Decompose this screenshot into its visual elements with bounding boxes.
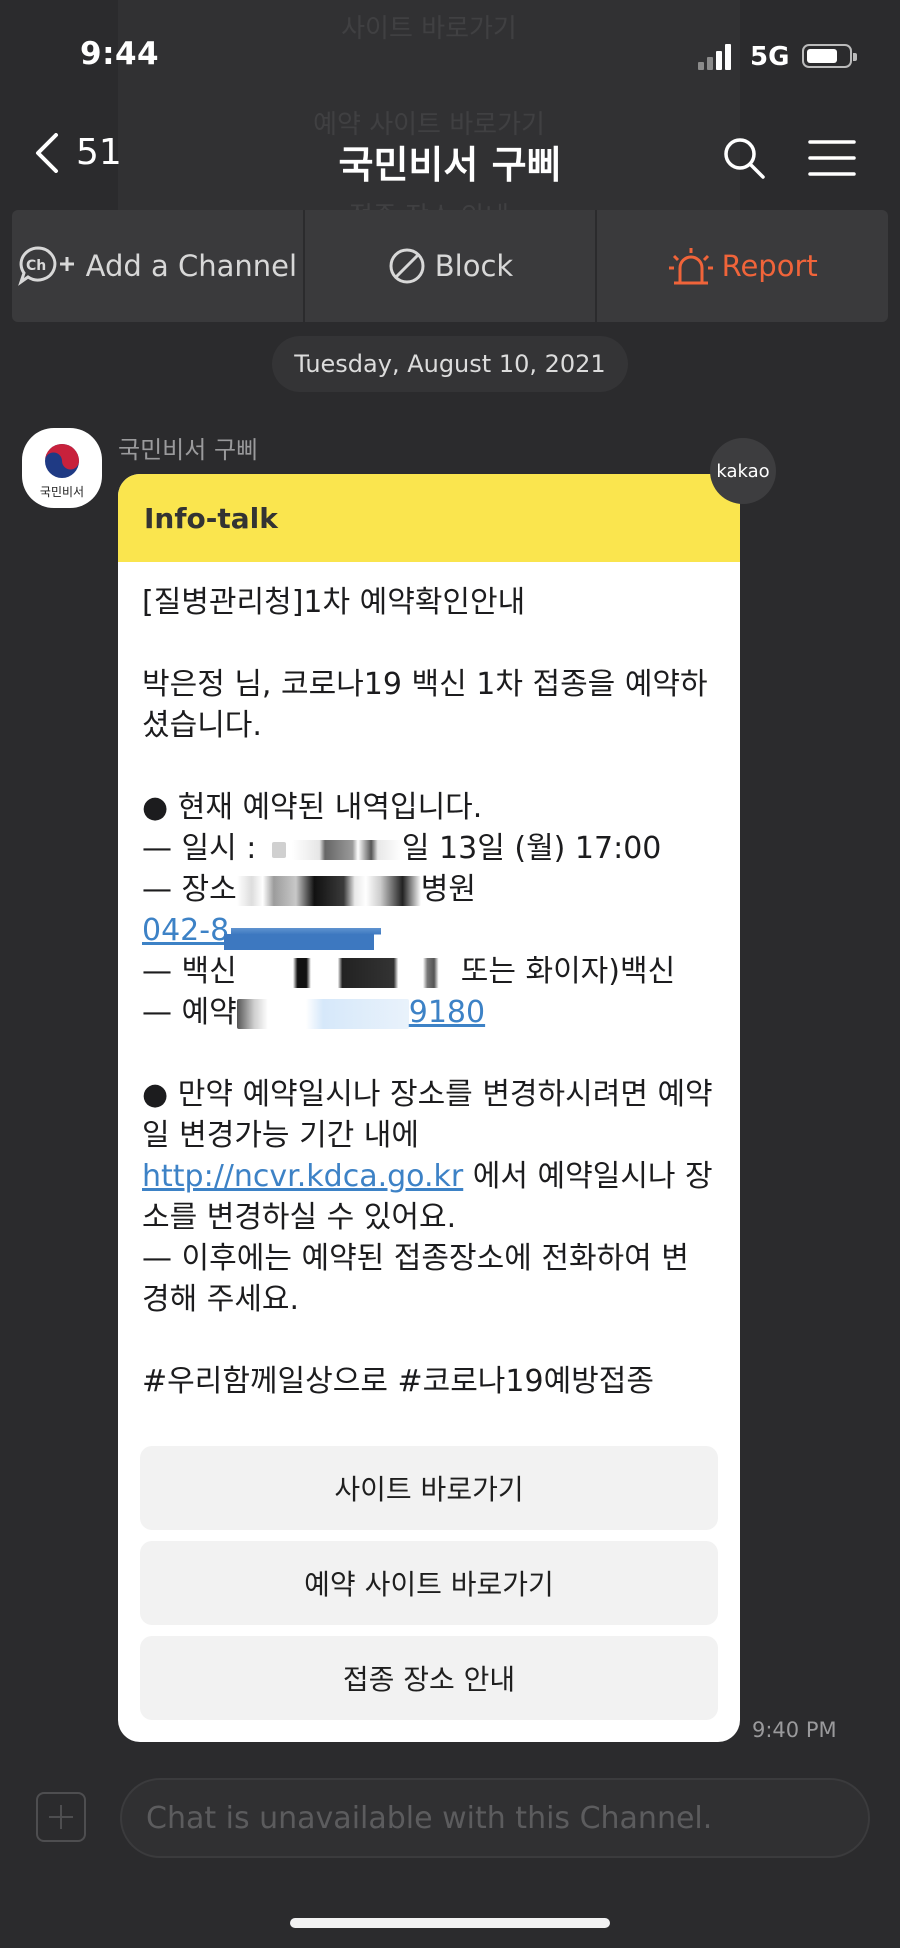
reservation-line: — 예약 9180	[142, 992, 716, 1033]
redaction	[236, 875, 421, 906]
redaction	[236, 998, 409, 1029]
block-icon	[387, 246, 427, 286]
vaccine-line: — 백신 또는 화이자)백신	[142, 951, 716, 992]
battery-icon	[802, 44, 857, 68]
date-line: — 일시 : 일 13일 (월) 17:00	[142, 828, 716, 869]
menu-icon[interactable]	[808, 138, 856, 178]
status-time: 9:44	[80, 36, 160, 72]
block-button[interactable]: Block	[302, 210, 596, 322]
reservation-site-button[interactable]: 예약 사이트 바로가기	[140, 1541, 718, 1625]
change-heading: ● 만약 예약일시나 장소를 변경하시려면 예약일 변경가능 기간 내에	[142, 1077, 713, 1153]
signal-icon	[698, 42, 734, 70]
change-paragraph: ● 만약 예약일시나 장소를 변경하시려면 예약일 변경가능 기간 내에 htt…	[142, 1074, 716, 1238]
home-indicator	[290, 1918, 610, 1928]
after-note: — 이후에는 예약된 접종장소에 전화하여 변경해 주세요.	[142, 1241, 689, 1317]
add-channel-icon: Ch	[17, 244, 78, 288]
plus-icon[interactable]	[36, 1792, 86, 1842]
info-talk-card: Info-talk [질병관리청]1차 예약확인안내 박은정 님, 코로나19 …	[118, 474, 740, 1742]
current-heading: ● 현재 예약된 내역입니다.	[142, 790, 483, 825]
svg-text:Ch: Ch	[26, 258, 46, 274]
input-bar	[0, 1768, 900, 1948]
date-suffix: 일 13일 (월) 17:00	[401, 831, 662, 866]
vaccine-suffix: 또는 화이자)백신	[460, 954, 676, 989]
kakao-badge: kakao	[710, 438, 776, 504]
card-body: [질병관리청]1차 예약확인안내 박은정 님, 코로나19 백신 1차 접종을 …	[118, 562, 740, 1402]
avatar-text: 국민비서	[40, 485, 84, 499]
reservation-prefix: — 예약	[142, 995, 237, 1030]
card-header: Info-talk	[118, 474, 740, 562]
back-button[interactable]: 51	[32, 132, 122, 173]
block-label: Block	[434, 249, 514, 283]
card-buttons: 사이트 바로가기 예약 사이트 바로가기 접종 장소 안내	[140, 1446, 718, 1731]
redaction	[236, 957, 461, 988]
message-time: 9:40 PM	[752, 1718, 837, 1742]
message-title: [질병관리청]1차 예약확인안내	[142, 585, 526, 620]
header: 51 국민비서 구삐	[0, 118, 900, 204]
date-prefix: — 일시 :	[142, 831, 266, 866]
siren-icon	[668, 246, 714, 286]
vaccination-place-button[interactable]: 접종 장소 안내	[140, 1636, 718, 1720]
phone-link[interactable]: 042-8	[142, 913, 229, 948]
redaction	[271, 841, 286, 858]
reservation-number-link[interactable]: 9180	[409, 995, 485, 1030]
report-label: Report	[721, 249, 818, 283]
place-prefix: — 장소	[142, 872, 237, 907]
date-divider: Tuesday, August 10, 2021	[272, 336, 628, 392]
status-bar: 9:44 5G	[0, 0, 900, 110]
search-icon[interactable]	[722, 136, 766, 180]
ncvr-link[interactable]: http://ncvr.kdca.go.kr	[142, 1159, 463, 1194]
vaccine-prefix: — 백신	[142, 954, 237, 989]
network-label: 5G	[750, 42, 790, 72]
chevron-left-icon	[36, 132, 58, 173]
hashtags: #우리함께일상으로 #코로나19예방접종	[142, 1364, 654, 1399]
sender-name: 국민비서 구삐	[118, 436, 259, 464]
taegeuk-logo: 국민비서	[40, 444, 84, 499]
place-suffix: 병원	[420, 872, 476, 907]
channel-action-bar: Ch Add a Channel Block Report	[12, 210, 888, 322]
unread-count: 51	[76, 132, 122, 173]
add-channel-label: Add a Channel	[85, 249, 298, 283]
site-link-button[interactable]: 사이트 바로가기	[140, 1446, 718, 1530]
message-greeting: 박은정 님, 코로나19 백신 1차 접종을 예약하셨습니다.	[142, 667, 708, 743]
redaction	[224, 934, 374, 950]
chat-input[interactable]	[120, 1778, 870, 1858]
place-line: — 장소 병원	[142, 869, 716, 910]
avatar[interactable]: 국민비서	[22, 428, 102, 508]
redaction	[291, 839, 402, 860]
report-button[interactable]: Report	[595, 210, 888, 322]
add-channel-button[interactable]: Ch Add a Channel	[12, 210, 303, 322]
